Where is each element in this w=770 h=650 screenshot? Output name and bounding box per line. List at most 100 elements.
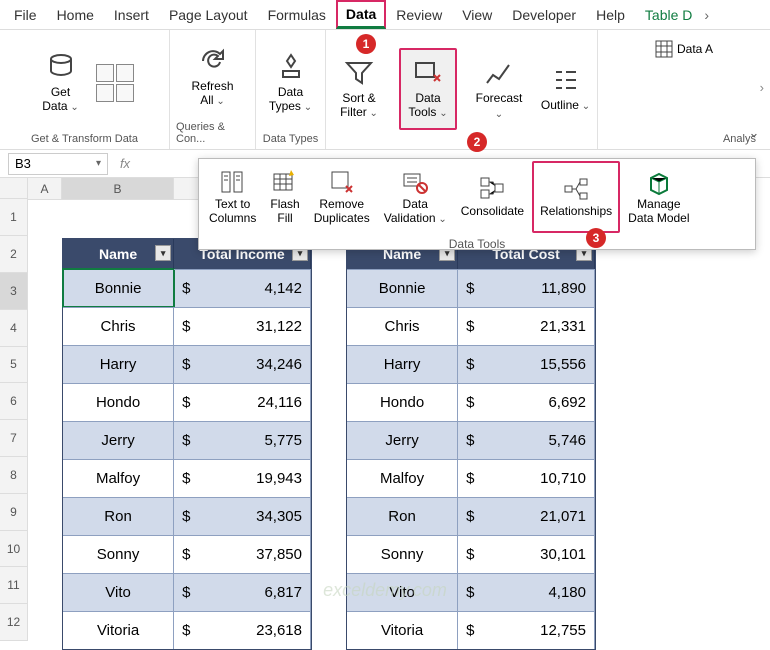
- cell-name[interactable]: Bonnie: [347, 269, 458, 307]
- cell-value[interactable]: $19,943: [174, 459, 311, 497]
- cell-name[interactable]: Hondo: [347, 383, 458, 421]
- row-header[interactable]: 8: [0, 457, 27, 494]
- data-validation-button[interactable]: DataValidation: [378, 161, 453, 233]
- row-header[interactable]: 7: [0, 420, 27, 457]
- forecast-button[interactable]: Forecast: [470, 48, 528, 130]
- table-row[interactable]: Malfoy$19,943: [63, 459, 311, 497]
- text-to-columns-button[interactable]: Text toColumns: [203, 161, 262, 233]
- tab-review[interactable]: Review: [386, 1, 452, 29]
- cell-name[interactable]: Chris: [63, 307, 174, 345]
- cell-name[interactable]: Harry: [347, 345, 458, 383]
- ribbon-collapse-button[interactable]: ⌄: [742, 121, 766, 145]
- refresh-all-button[interactable]: RefreshAll: [184, 36, 242, 118]
- row-header[interactable]: 6: [0, 383, 27, 420]
- table-row[interactable]: Harry$34,246: [63, 345, 311, 383]
- fx-icon[interactable]: fx: [116, 156, 134, 171]
- column-header[interactable]: A: [28, 178, 62, 200]
- table-row[interactable]: Hondo$24,116: [63, 383, 311, 421]
- table1-header-name[interactable]: Name▾: [63, 239, 174, 269]
- cell-name[interactable]: Vitoria: [347, 611, 458, 649]
- cell-name[interactable]: Sonny: [63, 535, 174, 573]
- cell-name[interactable]: Sonny: [347, 535, 458, 573]
- cell-value[interactable]: $23,618: [174, 611, 311, 649]
- get-data-button[interactable]: GetData: [32, 42, 90, 124]
- tab-formulas[interactable]: Formulas: [258, 1, 336, 29]
- tabs-overflow[interactable]: ›: [702, 1, 711, 29]
- cell-value[interactable]: $4,180: [458, 573, 595, 611]
- consolidate-button[interactable]: Consolidate: [455, 161, 530, 233]
- cell-name[interactable]: Vito: [63, 573, 174, 611]
- tab-help[interactable]: Help: [586, 1, 635, 29]
- cell-name[interactable]: Vitoria: [63, 611, 174, 649]
- table-row[interactable]: Chris$31,122: [63, 307, 311, 345]
- table-row[interactable]: Sonny$37,850: [63, 535, 311, 573]
- data-tools-button[interactable]: DataTools: [399, 48, 457, 130]
- column-header[interactable]: B: [62, 178, 174, 200]
- row-header[interactable]: 3: [0, 273, 27, 310]
- remove-duplicates-button[interactable]: RemoveDuplicates: [308, 161, 376, 233]
- cell-value[interactable]: $21,331: [458, 307, 595, 345]
- tab-data[interactable]: Data: [336, 0, 386, 29]
- ribbon-overflow-button[interactable]: ›: [760, 80, 764, 95]
- tab-page-layout[interactable]: Page Layout: [159, 1, 258, 29]
- table-row[interactable]: Hondo$6,692: [347, 383, 595, 421]
- get-data-small-icons[interactable]: [96, 64, 134, 102]
- row-header[interactable]: 2: [0, 236, 27, 273]
- cell-value[interactable]: $24,116: [174, 383, 311, 421]
- cell-value[interactable]: $34,246: [174, 345, 311, 383]
- data-types-button[interactable]: DataTypes: [262, 42, 320, 124]
- table-row[interactable]: Jerry$5,746: [347, 421, 595, 459]
- sort-filter-button[interactable]: Sort &Filter: [330, 48, 388, 130]
- table-row[interactable]: Ron$34,305: [63, 497, 311, 535]
- cell-value[interactable]: $5,775: [174, 421, 311, 459]
- table-row[interactable]: Jerry$5,775: [63, 421, 311, 459]
- cell-value[interactable]: $12,755: [458, 611, 595, 649]
- cell-value[interactable]: $30,101: [458, 535, 595, 573]
- cell-name[interactable]: Jerry: [347, 421, 458, 459]
- cell-name[interactable]: Jerry: [63, 421, 174, 459]
- cell-value[interactable]: $6,692: [458, 383, 595, 421]
- table-row[interactable]: Chris$21,331: [347, 307, 595, 345]
- cell-value[interactable]: $5,746: [458, 421, 595, 459]
- row-header[interactable]: 5: [0, 347, 27, 384]
- cell-name[interactable]: Malfoy: [347, 459, 458, 497]
- cell-name[interactable]: Hondo: [63, 383, 174, 421]
- table-row[interactable]: Ron$21,071: [347, 497, 595, 535]
- row-header[interactable]: 9: [0, 494, 27, 531]
- cell-value[interactable]: $6,817: [174, 573, 311, 611]
- cell-name[interactable]: Ron: [347, 497, 458, 535]
- cell-name[interactable]: Chris: [347, 307, 458, 345]
- cell-name[interactable]: Malfoy: [63, 459, 174, 497]
- cell-value[interactable]: $21,071: [458, 497, 595, 535]
- table-row[interactable]: Vitoria$12,755: [347, 611, 595, 649]
- row-header[interactable]: 12: [0, 604, 27, 641]
- table-row[interactable]: Sonny$30,101: [347, 535, 595, 573]
- tab-table-design[interactable]: Table D: [635, 1, 702, 29]
- name-box[interactable]: B3 ▾: [8, 153, 108, 175]
- tab-insert[interactable]: Insert: [104, 1, 159, 29]
- row-header[interactable]: 4: [0, 310, 27, 347]
- row-header[interactable]: 1: [0, 199, 27, 236]
- cell-value[interactable]: $34,305: [174, 497, 311, 535]
- table-row[interactable]: Bonnie$11,890: [347, 269, 595, 307]
- relationships-button[interactable]: Relationships: [532, 161, 620, 233]
- flash-fill-button[interactable]: FlashFill: [264, 161, 305, 233]
- cell-value[interactable]: $37,850: [174, 535, 311, 573]
- manage-data-model-button[interactable]: ManageData Model: [622, 161, 695, 233]
- cell-value[interactable]: $11,890: [458, 269, 595, 307]
- table-row[interactable]: Malfoy$10,710: [347, 459, 595, 497]
- cell-value[interactable]: $4,142: [174, 269, 311, 307]
- data-analysis-button[interactable]: Data A: [655, 40, 713, 58]
- outline-button[interactable]: Outline: [537, 48, 595, 130]
- tab-developer[interactable]: Developer: [502, 1, 586, 29]
- row-header[interactable]: 11: [0, 567, 27, 604]
- tab-file[interactable]: File: [4, 1, 47, 29]
- select-all-corner[interactable]: [0, 178, 27, 199]
- cell-name[interactable]: Harry: [63, 345, 174, 383]
- table-row[interactable]: Vito$6,817: [63, 573, 311, 611]
- cell-value[interactable]: $10,710: [458, 459, 595, 497]
- tab-view[interactable]: View: [452, 1, 502, 29]
- row-header[interactable]: 10: [0, 531, 27, 568]
- cell-value[interactable]: $31,122: [174, 307, 311, 345]
- cell-name[interactable]: Bonnie: [63, 269, 174, 307]
